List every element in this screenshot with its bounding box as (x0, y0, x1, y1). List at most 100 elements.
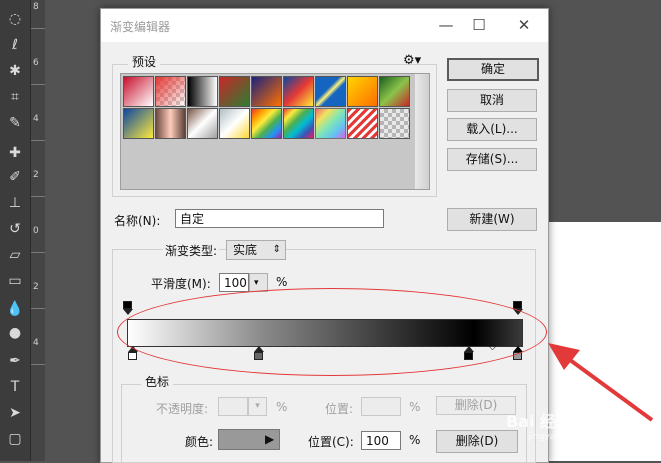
color-position-label: 位置(C): (308, 435, 354, 449)
ruler-number: 6 (33, 58, 39, 68)
color-stop-gray[interactable] (253, 346, 264, 360)
preset-swatch[interactable] (315, 76, 346, 107)
magic-wand-tool-icon[interactable]: ✱ (4, 60, 26, 82)
maximize-icon[interactable]: ☐ (467, 15, 491, 35)
watermark-url: jingyan.baidu.com (528, 432, 612, 442)
ruler-number: 2 (33, 170, 39, 180)
ruler-number: 8 (33, 2, 39, 12)
preset-swatch[interactable] (347, 76, 378, 107)
ruler-number: 2 (33, 282, 39, 292)
stop-pointer-icon (513, 309, 523, 315)
color-stop-swatch (513, 352, 522, 360)
midpoint-diamond-icon[interactable]: ◇ (489, 342, 496, 352)
close-icon[interactable]: ✕ (512, 15, 536, 35)
preset-swatch[interactable] (283, 108, 314, 139)
preset-swatch[interactable] (187, 108, 218, 139)
color-stops-label: 色标 (141, 373, 174, 390)
path-selection-tool-icon[interactable]: ➤ (4, 402, 26, 424)
eraser-tool-icon[interactable]: ▱ (4, 244, 26, 266)
smoothness-label: 平滑度(M): (151, 277, 211, 291)
opacity-position-unit: % (409, 400, 421, 414)
color-position-unit: % (409, 433, 421, 447)
preset-swatch[interactable] (379, 108, 410, 139)
gradient-tool-icon[interactable]: ▭ (4, 270, 26, 292)
preset-swatch[interactable] (123, 76, 154, 107)
ruler-tick (31, 308, 45, 309)
color-stop-white[interactable] (127, 346, 138, 360)
preset-swatch[interactable] (219, 108, 250, 139)
preset-swatch[interactable] (347, 108, 378, 139)
cancel-button[interactable]: 取消 (447, 89, 537, 112)
watermark-brand: Bai 经验 (506, 412, 573, 431)
new-button[interactable]: 新建(W) (447, 208, 537, 231)
brush-tool-icon[interactable]: ✐ (4, 166, 26, 188)
preset-swatch[interactable] (187, 76, 218, 107)
pen-tool-icon[interactable]: ✒ (4, 350, 26, 372)
updown-arrows-icon: ⇕ (272, 244, 281, 255)
eyedropper-tool-icon[interactable]: ✎ (4, 112, 26, 134)
opacity-dropdown: ▾ (248, 397, 267, 416)
smoothness-dropdown[interactable]: ▾ (249, 273, 268, 292)
title-bar[interactable]: 渐变编辑器 — ☐ ✕ (101, 9, 548, 42)
opacity-stop-swatch (123, 301, 132, 309)
lasso-tool-icon[interactable]: ℓ (4, 34, 26, 56)
healing-brush-tool-icon[interactable]: ✚ (4, 142, 26, 164)
ruler-number: 0 (33, 226, 39, 236)
type-tool-icon[interactable]: T (4, 376, 26, 398)
color-stop-black[interactable] (463, 346, 474, 360)
smoothness-input[interactable]: 100 (219, 273, 249, 292)
presets-scrollbar[interactable] (415, 74, 429, 189)
opacity-input (218, 397, 248, 416)
ruler-tick (31, 84, 45, 85)
opacity-stop-right[interactable] (512, 301, 523, 315)
ruler-number: 4 (33, 114, 39, 124)
ruler-number: 4 (33, 338, 39, 348)
gradient-preview-bar[interactable] (127, 319, 523, 347)
preset-swatch[interactable] (251, 76, 282, 107)
rectangle-tool-icon[interactable]: ▢ (4, 428, 26, 450)
ruler-tick (31, 196, 45, 197)
blur-tool-icon[interactable]: 💧 (4, 298, 26, 320)
clone-stamp-tool-icon[interactable]: ⊥ (4, 192, 26, 214)
presets-gear-icon[interactable]: ⚙▾ (403, 53, 421, 68)
ruler-tick (31, 252, 45, 253)
opacity-position-label: 位置: (325, 402, 354, 416)
preset-swatch[interactable] (155, 108, 186, 139)
ok-button[interactable]: 确定 (447, 58, 539, 81)
opacity-unit: % (276, 400, 288, 414)
name-input[interactable]: 自定 (175, 209, 384, 228)
preset-swatch[interactable] (315, 108, 346, 139)
color-stop-selected[interactable] (512, 346, 523, 360)
dodge-tool-icon[interactable]: ● (4, 322, 26, 344)
dialog-title: 渐变编辑器 (110, 20, 171, 34)
load-button[interactable]: 载入(L)... (447, 118, 537, 141)
minimize-icon[interactable]: — (434, 15, 458, 35)
crop-tool-icon[interactable]: ⌗ (4, 86, 26, 108)
chevron-down-icon: ▾ (254, 278, 259, 288)
preset-swatch[interactable] (219, 76, 250, 107)
tool-panel: ◌ ℓ ✱ ⌗ ✎ ✚ ✐ ⊥ ↺ ▱ ▭ 💧 ● ✒ T ➤ ▢ (0, 0, 30, 461)
gradient-type-value: 实底 (233, 243, 258, 257)
smoothness-unit: % (276, 275, 288, 289)
gradient-type-select[interactable]: 实底 ⇕ (226, 240, 286, 260)
color-stop-swatch (128, 352, 137, 360)
preset-swatch[interactable] (123, 108, 154, 139)
preset-swatch[interactable] (251, 108, 282, 139)
marquee-tool-icon[interactable]: ◌ (4, 8, 26, 30)
watermark-logo: Bai 经验 jingyan.baidu.com (506, 408, 611, 442)
opacity-delete-button: 删除(D) (436, 396, 516, 415)
presets-swatch-area[interactable] (120, 73, 430, 190)
preset-swatch[interactable] (379, 76, 410, 107)
opacity-stop-left[interactable] (122, 301, 133, 315)
vertical-ruler: 8 6 4 2 0 2 4 (30, 0, 45, 461)
gradient-editor-dialog: 渐变编辑器 — ☐ ✕ 预设 ⚙▾ 确定 取消 载入(L)... 存储(S)..… (100, 8, 549, 463)
history-brush-tool-icon[interactable]: ↺ (4, 218, 26, 240)
color-picker-arrow-icon[interactable]: ▶ (265, 432, 274, 446)
save-button[interactable]: 存储(S)... (447, 148, 537, 171)
gradient-type-label: 渐变类型: (163, 242, 220, 259)
chevron-down-icon: ▾ (255, 401, 260, 411)
preset-swatch[interactable] (283, 76, 314, 107)
presets-label: 预设 (128, 53, 161, 70)
color-position-input[interactable]: 100 (361, 431, 401, 450)
preset-swatch[interactable] (155, 76, 186, 107)
